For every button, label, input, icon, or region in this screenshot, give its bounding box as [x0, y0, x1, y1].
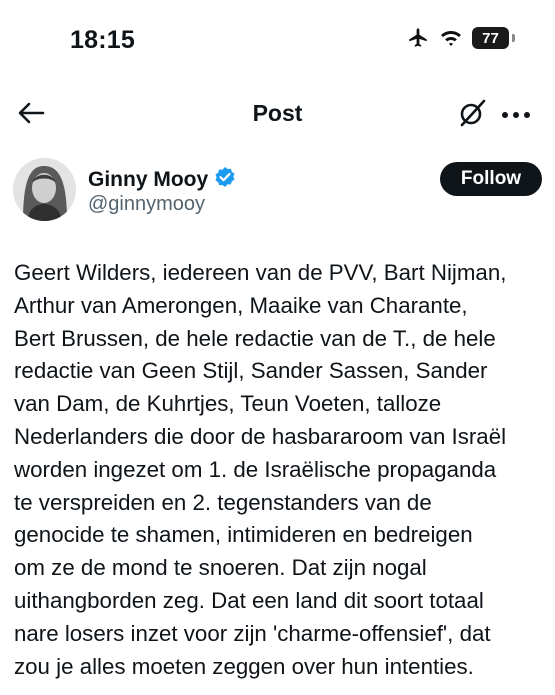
post-text-line: nare losers inzet voor zijn 'charme-offe…: [14, 620, 491, 646]
status-icons: 77: [406, 27, 515, 49]
post-text-line: redactie van Geen Stijl, Sander Sassen, …: [14, 358, 488, 384]
more-icon: [501, 106, 531, 124]
verified-badge-icon: [214, 166, 236, 193]
post-text-line: genocide te shamen, intimideren en bedre…: [14, 522, 473, 548]
post-text-line: om ze de mond te snoeren. Dat zijn nogal: [14, 555, 427, 581]
airplane-icon: [406, 27, 430, 49]
post-text-line: Geert Wilders, iedereen van de PVV, Bart…: [14, 260, 507, 285]
display-name-wrap: Ginny Mooy: [88, 166, 236, 193]
grok-button[interactable]: [455, 98, 489, 132]
post-text-line: van Dam, de Kuhrtjes, Teun Voeten, tallo…: [14, 391, 442, 417]
post-text-line: Bert Brussen, de hele redactie van de T.…: [14, 325, 496, 351]
post-text: Geert Wilders, iedereen van de PVV, Bart…: [14, 257, 544, 683]
post-text-line: uithangborden zeg. Dat een land dit soor…: [14, 587, 484, 613]
user-handle[interactable]: @ginnymooy: [88, 193, 205, 216]
avatar[interactable]: [13, 158, 76, 221]
post-text-line: worden ingezet om 1. de Israëlische prop…: [14, 456, 497, 482]
post-text-line: Arthur van Amerongen, Maaike van Charant…: [14, 292, 468, 318]
follow-button[interactable]: Follow: [440, 162, 542, 196]
status-bar: 18:15 77: [0, 0, 555, 84]
battery-level: 77: [482, 29, 499, 47]
post-text-line: zou je alles moeten zeggen over hun inte…: [14, 653, 474, 679]
grok-icon: [457, 98, 487, 133]
nav-bar: Post: [0, 92, 555, 138]
status-time: 18:15: [70, 26, 135, 54]
post-text-line: Nederlanders die door de hasbararoom van…: [14, 423, 507, 449]
display-name[interactable]: Ginny Mooy: [88, 168, 208, 192]
wifi-icon: [439, 28, 463, 48]
post-text-line: te verspreiden en 2. tegenstanders van d…: [14, 489, 432, 515]
more-button[interactable]: [499, 98, 533, 132]
battery-icon: 77: [472, 27, 509, 49]
author-row: Ginny Mooy @ginnymooy Follow: [0, 158, 555, 222]
battery-cap: [512, 34, 515, 42]
